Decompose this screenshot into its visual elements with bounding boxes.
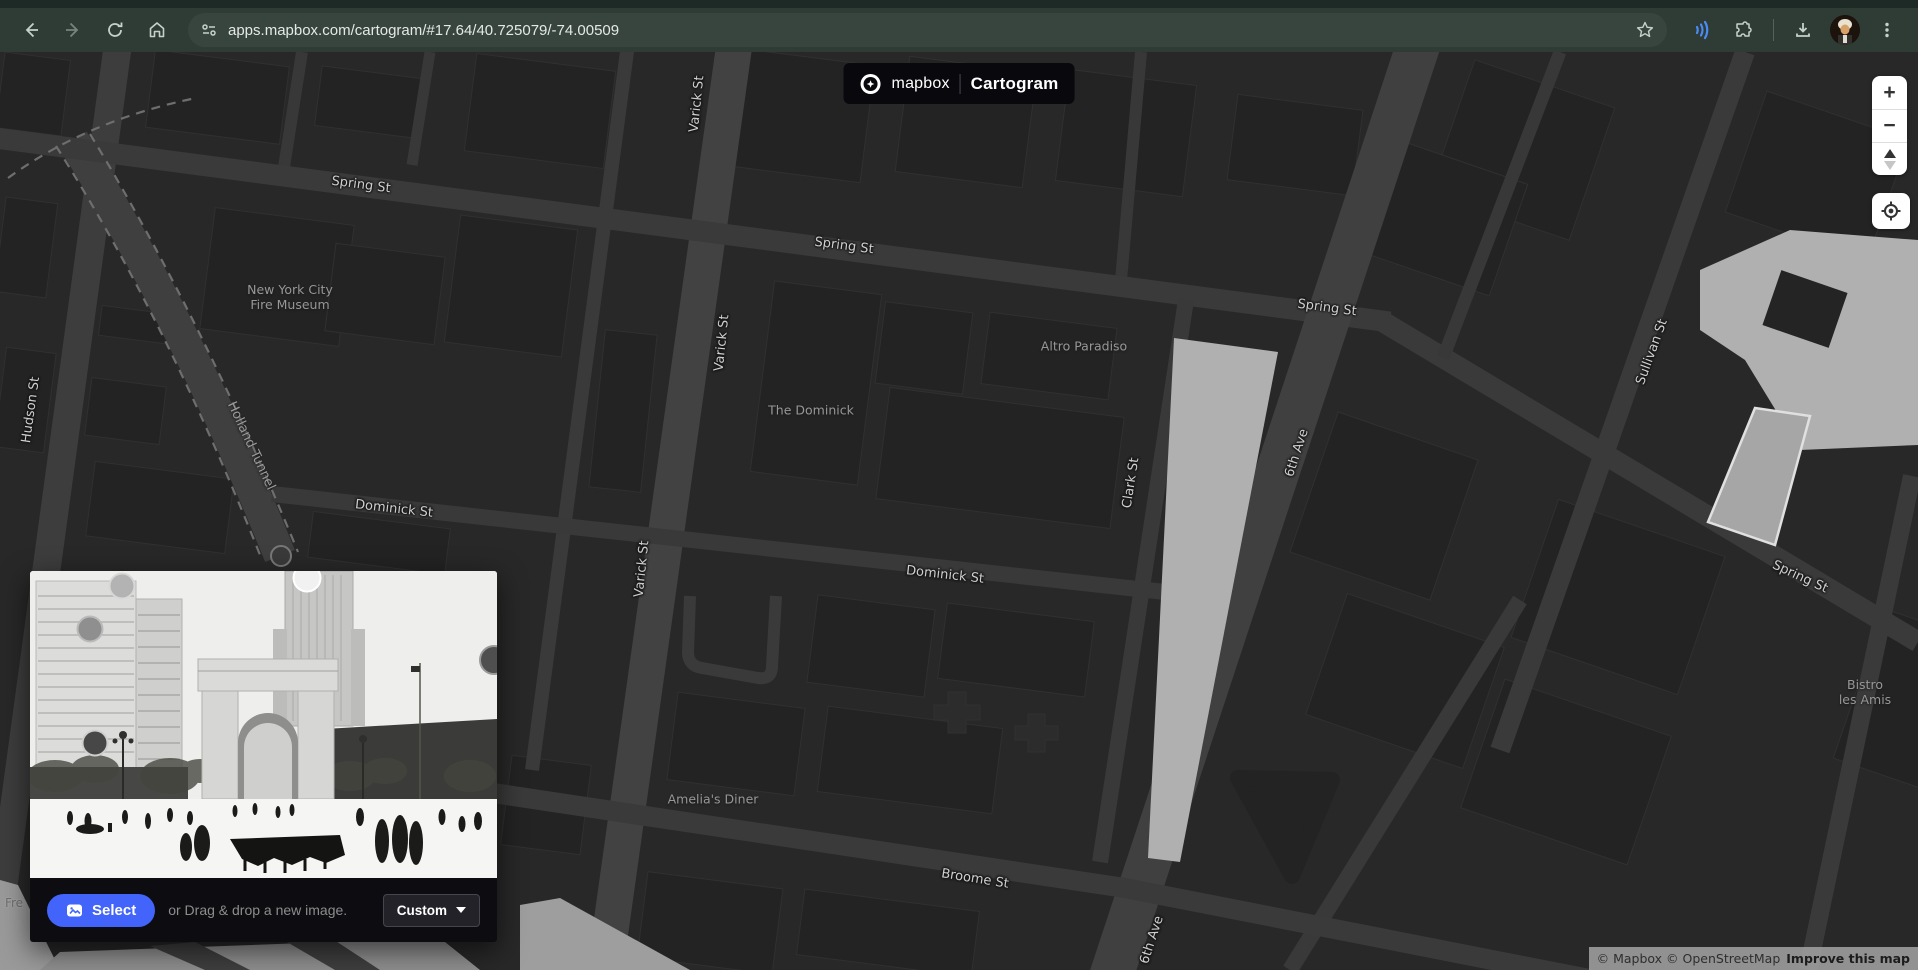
panel-action-bar: Select or Drag & drop a new image. Custo… xyxy=(30,878,497,942)
puzzle-icon xyxy=(1734,20,1754,40)
zoom-in-button[interactable]: + xyxy=(1872,76,1907,109)
forward-button[interactable] xyxy=(56,13,90,47)
geolocate-icon xyxy=(1880,200,1902,222)
zoom-out-button[interactable]: − xyxy=(1872,109,1907,142)
cartogram-image-panel: Select or Drag & drop a new image. Custo… xyxy=(30,571,497,942)
back-button[interactable] xyxy=(14,13,48,47)
bookmark-star-icon[interactable] xyxy=(1635,20,1655,40)
source-image-preview[interactable] xyxy=(30,571,497,878)
mapbox-cartogram-logo: mapbox Cartogram xyxy=(844,63,1075,104)
logo-divider xyxy=(960,74,961,94)
product-name: Cartogram xyxy=(971,74,1059,94)
preset-label: Custom xyxy=(397,903,447,918)
toolbar-divider xyxy=(1773,19,1774,41)
kebab-menu-icon xyxy=(1878,21,1896,39)
tunnel-portal-marker xyxy=(271,546,291,566)
color-sample-handle[interactable] xyxy=(109,573,136,600)
image-icon xyxy=(66,902,83,919)
preset-dropdown[interactable]: Custom xyxy=(383,894,480,927)
extensions-button[interactable] xyxy=(1727,13,1761,47)
drag-drop-hint: or Drag & drop a new image. xyxy=(168,902,347,918)
mapbox-logo-icon xyxy=(860,73,882,95)
back-arrow-icon xyxy=(21,20,41,40)
reload-button[interactable] xyxy=(98,13,132,47)
site-info-icon[interactable] xyxy=(200,21,218,39)
color-sample-handle[interactable] xyxy=(77,616,104,643)
address-bar[interactable]: apps.mapbox.com/cartogram/#17.64/40.7250… xyxy=(188,13,1667,47)
compass-button[interactable] xyxy=(1872,142,1907,175)
color-sample-handle[interactable] xyxy=(82,730,109,757)
browser-toolbar: apps.mapbox.com/cartogram/#17.64/40.7250… xyxy=(0,0,1918,52)
chevron-down-icon xyxy=(456,907,466,913)
attribution-text[interactable]: © Mapbox © OpenStreetMap xyxy=(1597,951,1781,966)
map-attribution: © Mapbox © OpenStreetMap Improve this ma… xyxy=(1589,947,1918,970)
profile-avatar[interactable] xyxy=(1830,15,1860,45)
url-text[interactable]: apps.mapbox.com/cartogram/#17.64/40.7250… xyxy=(228,22,1635,39)
compass-icon xyxy=(1884,149,1896,170)
home-button[interactable] xyxy=(140,13,174,47)
downloads-button[interactable] xyxy=(1786,13,1820,47)
cast-waves-icon xyxy=(1691,19,1713,41)
map-zoom-controls: + − xyxy=(1872,76,1907,175)
reload-icon xyxy=(105,20,125,40)
brand-name: mapbox xyxy=(892,75,950,93)
browser-menu-button[interactable] xyxy=(1870,13,1904,47)
window-frame-strip xyxy=(0,0,1918,8)
source-photo xyxy=(30,571,497,878)
download-icon xyxy=(1793,20,1813,40)
select-label: Select xyxy=(92,902,136,919)
select-image-button[interactable]: Select xyxy=(47,894,155,927)
cast-indicator-button[interactable] xyxy=(1685,13,1719,47)
avatar-face-icon xyxy=(1830,15,1860,45)
forward-arrow-icon xyxy=(63,20,83,40)
geolocate-button[interactable] xyxy=(1872,193,1910,229)
home-icon xyxy=(147,20,167,40)
improve-map-link[interactable]: Improve this map xyxy=(1786,951,1910,966)
